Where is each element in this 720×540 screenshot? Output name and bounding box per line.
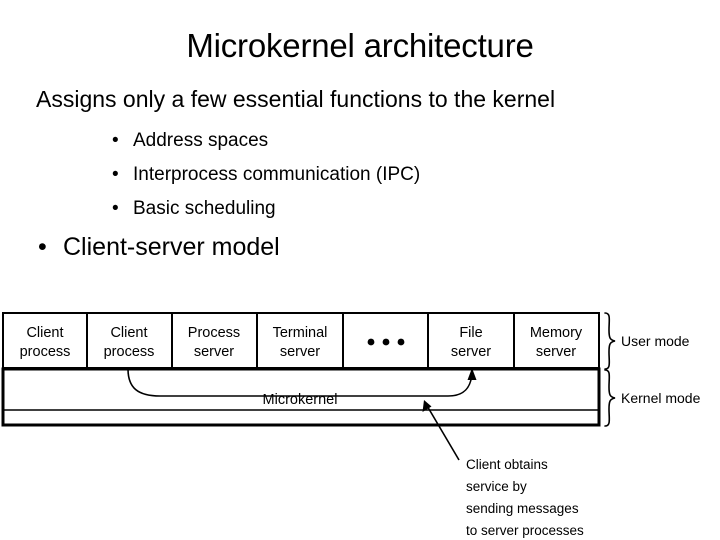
main-bullet-item: • Client-server model bbox=[36, 231, 280, 263]
process-box-label-line1: Memory bbox=[530, 325, 583, 341]
user-mode-label: User mode bbox=[621, 333, 690, 349]
kernel-mode-label: Kernel mode bbox=[621, 390, 701, 406]
caption-leader-arrow bbox=[422, 400, 460, 461]
caption-line: to server processes bbox=[466, 523, 584, 538]
process-box-label-line1: File bbox=[459, 325, 482, 341]
caption-line: sending messages bbox=[466, 501, 579, 516]
caption-block: Client obtains service by sending messag… bbox=[466, 457, 584, 538]
caption-line: Client obtains bbox=[466, 457, 548, 472]
kernel-mode-row: Microkernel bbox=[1, 367, 601, 427]
list-item-label: Basic scheduling bbox=[133, 198, 276, 219]
user-mode-brace bbox=[604, 312, 616, 370]
process-box-label-line2: server bbox=[536, 344, 576, 360]
bullet-dot-icon: • bbox=[112, 198, 119, 219]
process-box-label-line2: server bbox=[280, 344, 320, 360]
process-box-label-line1: Terminal bbox=[273, 325, 328, 341]
diagram-canvas: Client process Client process Process se… bbox=[1, 312, 701, 538]
page-title: Microkernel architecture bbox=[186, 27, 534, 64]
bullet-dot-icon: • bbox=[38, 233, 47, 261]
caption-line: service by bbox=[466, 479, 527, 494]
process-box-label-line2: process bbox=[104, 344, 155, 360]
list-item: • Basic scheduling bbox=[110, 192, 630, 226]
list-item-label: Address spaces bbox=[133, 130, 269, 151]
list-item: • Address spaces bbox=[110, 124, 630, 158]
microkernel-architecture-diagram: Client process Client process Process se… bbox=[0, 300, 720, 540]
bullet-dot-icon: • bbox=[112, 164, 119, 185]
bullet-dot-icon: • bbox=[112, 130, 119, 151]
kernel-mode-brace bbox=[604, 369, 616, 427]
process-box-label-line1: Client bbox=[110, 325, 147, 341]
user-mode-row: Client process Client process Process se… bbox=[2, 312, 600, 369]
lead-statement: Assigns only a few essential functions t… bbox=[36, 86, 556, 112]
process-box-label-line2: process bbox=[20, 344, 71, 360]
list-item-label: Interprocess communication (IPC) bbox=[133, 164, 421, 185]
process-box-label-line1: Client bbox=[26, 325, 63, 341]
microkernel-label: Microkernel bbox=[263, 392, 338, 408]
caption-leader-line bbox=[425, 403, 460, 461]
sub-bullet-list: • Address spaces • Interprocess communic… bbox=[110, 124, 630, 226]
process-box-label-line2: server bbox=[451, 344, 491, 360]
process-box-label-line2: server bbox=[194, 344, 234, 360]
ellipsis-icon bbox=[367, 338, 405, 346]
main-bullet-label: Client-server model bbox=[63, 233, 280, 261]
list-item: • Interprocess communication (IPC) bbox=[110, 158, 630, 192]
process-box-label-line1: Process bbox=[188, 325, 240, 341]
